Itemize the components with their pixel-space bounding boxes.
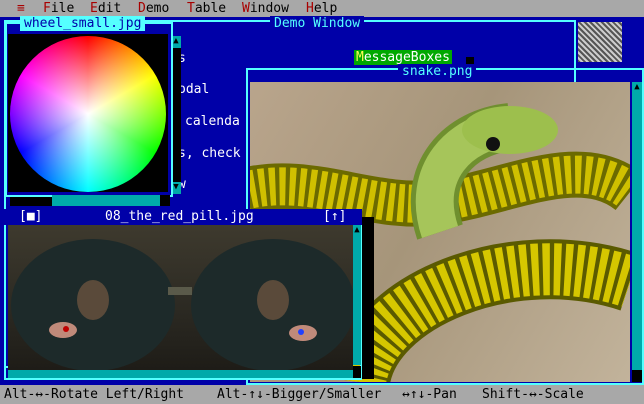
status-size-hint: Alt-↑↓-Bigger/Smaller — [217, 387, 382, 402]
menu-file-hotkey: F — [43, 1, 51, 16]
pill-resize-corner[interactable] — [353, 366, 361, 378]
zoom-icon: [↑] — [323, 209, 347, 224]
menu-demo-label: emo — [145, 1, 170, 16]
wheel-hscrollbar[interactable] — [52, 195, 160, 206]
menu-file-label: ile — [50, 1, 75, 16]
snake-vscrollbar[interactable] — [632, 82, 642, 382]
menu-table-label: able — [194, 1, 227, 16]
status-rotate-hint: Alt-↔-Rotate Left/Right — [4, 387, 185, 402]
pill-hscrollbar[interactable] — [8, 370, 353, 378]
pill-scroll-up-icon[interactable]: ▲ — [353, 225, 361, 235]
desktop-pattern — [578, 22, 622, 62]
snake-resize-corner[interactable] — [632, 370, 642, 382]
pill-close-button[interactable]: [■] — [19, 209, 42, 224]
menu-edit-label: dit — [97, 1, 122, 16]
color-wheel-image — [10, 36, 166, 192]
snake-window-title: snake.png — [398, 64, 477, 79]
menu-help-label: elp — [313, 1, 338, 16]
desktop-corner — [622, 22, 642, 62]
menu-window[interactable]: Window — [242, 1, 289, 16]
menu-help-hotkey: H — [306, 1, 314, 16]
menu-demo-hotkey: D — [138, 1, 146, 16]
list-item[interactable]: s, check — [178, 146, 241, 161]
close-icon: [■] — [19, 209, 43, 224]
red-pill-picture — [11, 239, 353, 370]
menu-window-hotkey: W — [242, 1, 250, 16]
demo-window-title: Demo Window — [270, 16, 365, 31]
menu-help[interactable]: Help — [306, 1, 337, 16]
selected-item-hotkey: M — [356, 50, 364, 65]
red-pill-image — [8, 225, 353, 370]
menu-demo[interactable]: Demo — [138, 1, 169, 16]
wheel-resize-corner[interactable] — [160, 195, 170, 206]
selected-list-item-messageboxes[interactable]: MessageBoxes — [354, 50, 452, 65]
wheel-window-shadow — [10, 197, 52, 206]
menu-table[interactable]: Table — [187, 1, 226, 16]
pill-vscrollbar[interactable] — [353, 225, 361, 365]
menu-table-hotkey: T — [187, 1, 195, 16]
wheel-image-area — [8, 34, 168, 192]
menu-bar: ≡ File Edit Demo Table Window Help — [0, 0, 644, 17]
menu-edit[interactable]: Edit — [90, 1, 121, 16]
list-item[interactable]: calenda — [185, 114, 240, 129]
snake-scroll-up-icon[interactable]: ▲ — [632, 82, 642, 94]
system-menu-icon[interactable]: ≡ — [17, 1, 25, 16]
wheel-window-title: wheel_small.jpg — [20, 16, 146, 31]
menu-window-label: indow — [249, 1, 289, 16]
menu-file[interactable]: File — [43, 1, 74, 16]
pill-window-title: 08_the_red_pill.jpg — [105, 209, 254, 224]
status-bar: Alt-↔-Rotate Left/Right Alt-↑↓-Bigger/Sm… — [0, 385, 644, 404]
menu-edit-hotkey: E — [90, 1, 98, 16]
list-item[interactable]: odal — [178, 82, 209, 97]
selected-item-label: essageBoxes — [363, 50, 450, 65]
pill-window-shadow — [362, 217, 374, 379]
status-pan-hint: ↔↑↓-Pan — [402, 387, 457, 402]
status-scale-hint: Shift-↔-Scale — [482, 387, 584, 402]
pill-zoom-button[interactable]: [↑] — [323, 209, 346, 224]
